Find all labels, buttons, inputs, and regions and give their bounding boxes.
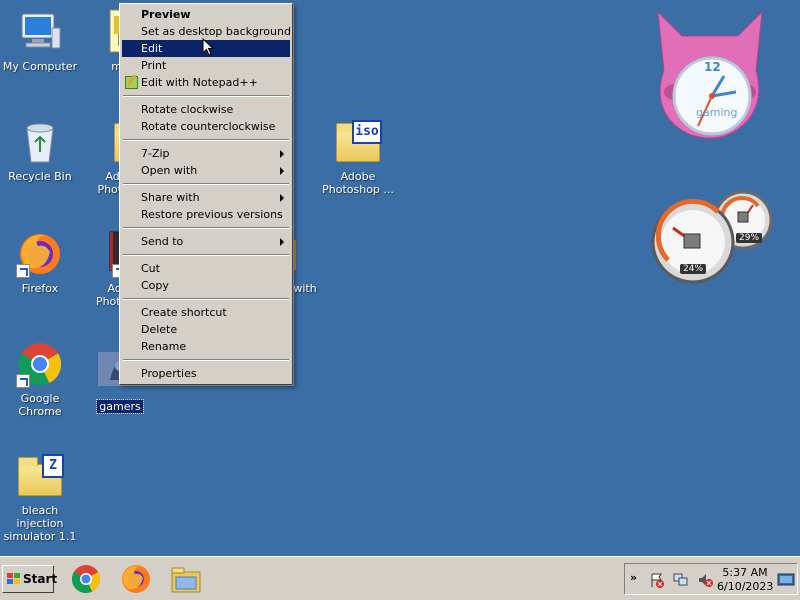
- submenu-arrow-icon: [280, 167, 284, 175]
- menu-separator: [123, 254, 289, 256]
- icon-label-selected: gamers: [96, 399, 144, 414]
- desktop[interactable]: My Computer Recycle Bin Firefox Google C…: [0, 0, 800, 556]
- icon-label: Google Chrome: [18, 392, 62, 418]
- menu-item-restore-previous-versions[interactable]: Restore previous versions: [122, 206, 290, 223]
- start-button[interactable]: Start: [2, 565, 57, 593]
- tray-expand-icon[interactable]: »: [630, 571, 637, 584]
- cpu-percent-readout: 24%: [680, 264, 707, 274]
- shortcut-arrow-icon: [16, 264, 30, 278]
- menu-item-rename[interactable]: Rename: [122, 338, 290, 355]
- menu-separator: [123, 298, 289, 300]
- icon-label: Adobe Photoshop ...: [322, 170, 394, 196]
- submenu-arrow-icon: [280, 238, 284, 246]
- google-chrome-desktop-icon[interactable]: Google Chrome: [0, 340, 80, 418]
- menu-item-7zip[interactable]: 7-Zip: [122, 145, 290, 162]
- action-center-flag-icon[interactable]: [649, 572, 665, 588]
- menu-item-rotate-clockwise[interactable]: Rotate clockwise: [122, 101, 290, 118]
- menu-item-share-with[interactable]: Share with: [122, 189, 290, 206]
- menu-separator: [123, 139, 289, 141]
- taskbar: Start » 5:37 AM 6/10/2023: [0, 556, 800, 600]
- mouse-cursor-icon: [202, 38, 214, 56]
- menu-item-open-with[interactable]: Open with: [122, 162, 290, 179]
- menu-item-edit-with-notepad[interactable]: Edit with Notepad++: [122, 74, 290, 91]
- context-menu: Preview Set as desktop background Edit P…: [119, 3, 293, 385]
- submenu-arrow-icon: [280, 194, 284, 202]
- firefox-desktop-icon[interactable]: Firefox: [0, 230, 80, 295]
- notepad-plus-plus-icon: [125, 76, 138, 89]
- menu-separator: [123, 359, 289, 361]
- menu-item-rotate-counterclockwise[interactable]: Rotate counterclockwise: [122, 118, 290, 135]
- recycle-bin-icon: [16, 118, 64, 166]
- firefox-taskbar-icon[interactable]: [120, 563, 152, 595]
- menu-item-preview[interactable]: Preview: [122, 6, 290, 23]
- clock-label: gaming: [696, 106, 738, 119]
- zip-folder-icon: Z: [16, 452, 64, 500]
- clock-numeral-12: 12: [704, 60, 721, 74]
- menu-item-create-shortcut[interactable]: Create shortcut: [122, 304, 290, 321]
- recycle-bin-desktop-icon[interactable]: Recycle Bin: [0, 118, 80, 183]
- menu-separator: [123, 95, 289, 97]
- menu-item-copy[interactable]: Copy: [122, 277, 290, 294]
- menu-separator: [123, 183, 289, 185]
- menu-item-print[interactable]: Print: [122, 57, 290, 74]
- windows-flag-icon: [7, 573, 20, 584]
- menu-item-properties[interactable]: Properties: [122, 365, 290, 382]
- clock-time: 5:37 AM: [722, 566, 768, 579]
- menu-separator: [123, 227, 289, 229]
- chrome-icon: [16, 340, 64, 388]
- submenu-arrow-icon: [280, 150, 284, 158]
- clock-gadget[interactable]: 12 gaming: [652, 10, 768, 140]
- volume-muted-icon[interactable]: [697, 572, 713, 588]
- menu-item-cut[interactable]: Cut: [122, 260, 290, 277]
- show-desktop-icon[interactable]: [777, 572, 795, 588]
- icon-label: Recycle Bin: [8, 170, 72, 183]
- clock-date: 6/10/2023: [717, 580, 774, 593]
- menu-item-send-to[interactable]: Send to: [122, 233, 290, 250]
- system-tray: » 5:37 AM 6/10/2023: [624, 563, 798, 595]
- iso-folder-icon: iso: [334, 118, 382, 166]
- icon-label: My Computer: [2, 60, 78, 73]
- shortcut-arrow-icon: [16, 374, 30, 388]
- computer-icon: [16, 8, 64, 56]
- tray-clock[interactable]: 5:37 AM 6/10/2023: [717, 566, 773, 594]
- icon-label: Firefox: [21, 282, 59, 295]
- cpu-meter-gadget[interactable]: 24% 29%: [648, 190, 778, 286]
- menu-item-delete[interactable]: Delete: [122, 321, 290, 338]
- adobe-photoshop-iso-icon[interactable]: iso Adobe Photoshop ...: [318, 118, 398, 196]
- icon-label: bleach injection simulator 1.1: [3, 504, 77, 543]
- network-icon[interactable]: [673, 572, 689, 588]
- file-explorer-taskbar-icon[interactable]: [170, 563, 202, 595]
- my-computer-desktop-icon[interactable]: My Computer: [0, 8, 80, 73]
- chrome-taskbar-icon[interactable]: [70, 563, 102, 595]
- bleach-simulator-desktop-icon[interactable]: Z bleach injection simulator 1.1: [0, 452, 80, 543]
- memory-percent-readout: 29%: [736, 233, 763, 243]
- firefox-icon: [16, 230, 64, 278]
